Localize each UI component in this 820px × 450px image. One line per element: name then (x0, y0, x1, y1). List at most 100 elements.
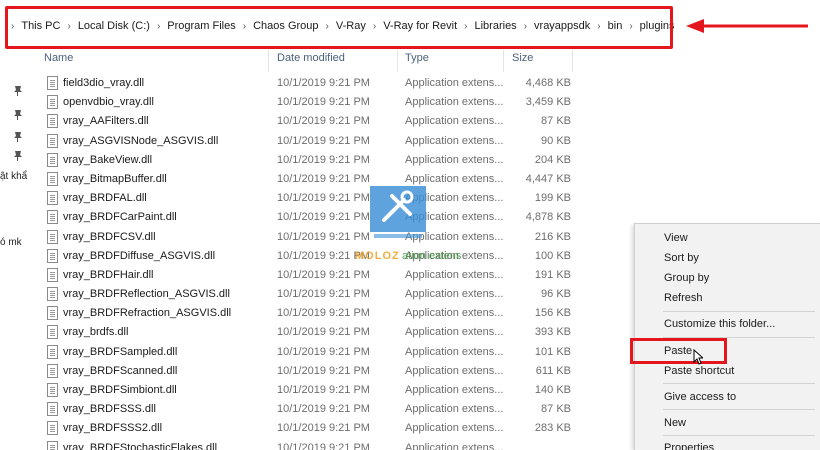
breadcrumb-this-pc[interactable]: This PC (21, 20, 60, 32)
file-row[interactable]: vray_BRDFCSV.dll 10/1/2019 9:21 PM Applica… (34, 228, 634, 247)
dll-file-icon (47, 383, 58, 397)
file-date: 10/1/2019 9:21 PM (277, 268, 370, 281)
file-name: vray_BRDFCarPaint.dll (63, 211, 177, 224)
chevron-right-icon[interactable]: › (243, 21, 246, 32)
dll-file-icon (47, 191, 58, 206)
file-row[interactable]: vray_BRDFSSS.dll 10/1/2019 9:21 PM Applica… (34, 400, 634, 419)
file-name: vray_BakeView.dll (63, 153, 153, 166)
breadcrumb-vrayappsdk[interactable]: vrayappsdk (534, 20, 590, 32)
menu-item-paste[interactable]: Paste (635, 341, 820, 361)
file-row[interactable]: vray_BRDFRefraction_ASGVIS.dll 10/1/2019 … (34, 304, 634, 323)
file-name: openvdbio_vray.dll (63, 96, 154, 109)
menu-item-give-access[interactable]: Give access to (635, 387, 820, 407)
chevron-right-icon[interactable]: › (464, 21, 467, 32)
file-row[interactable]: vray_BRDFDiffuse_ASGVIS.dll 10/1/2019 9:2… (34, 247, 634, 266)
address-bar[interactable]: › This PC › Local Disk (C:) › Program Fi… (0, 10, 675, 42)
column-divider[interactable] (397, 50, 398, 72)
dll-file-icon (47, 133, 58, 148)
arrow-left-icon (686, 19, 808, 33)
file-row[interactable]: vray_BRDFSimbiont.dll 10/1/2019 9:21 PM Ap… (34, 381, 634, 400)
nav-item-label[interactable]: ó mk (0, 237, 22, 248)
file-name: vray_BRDFCSV.dll (63, 230, 156, 243)
file-date: 10/1/2019 9:21 PM (277, 288, 370, 301)
dll-file-icon (47, 114, 58, 129)
dll-file-icon (47, 363, 58, 378)
pin-icon[interactable] (12, 131, 24, 143)
column-type[interactable]: Type (405, 52, 429, 64)
chevron-right-icon[interactable]: › (597, 21, 600, 32)
column-date-modified[interactable]: Date modified (277, 52, 345, 64)
chevron-right-icon[interactable]: › (67, 21, 70, 32)
file-size: 140 KB (534, 384, 571, 396)
file-size: 4,447 KB (525, 172, 571, 185)
file-size: 3,459 KB (525, 96, 571, 109)
file-date: 10/1/2019 9:21 PM (277, 307, 370, 320)
file-size: 204 KB (534, 153, 571, 166)
breadcrumb-bin[interactable]: bin (608, 20, 623, 32)
dll-file-icon (47, 248, 58, 263)
menu-item-new[interactable]: New (635, 413, 820, 433)
column-divider[interactable] (572, 50, 573, 72)
pin-icon[interactable] (12, 150, 24, 162)
file-name: vray_BRDFScanned.dll (63, 364, 178, 377)
file-row[interactable]: field3dio_vray.dll 10/1/2019 9:21 PM Appli… (34, 74, 634, 93)
file-row[interactable]: vray_BRDFReflection_ASGVIS.dll 10/1/2019 … (34, 285, 634, 304)
file-row[interactable]: vray_BRDFSSS2.dll 10/1/2019 9:21 PM Applic… (34, 419, 634, 438)
dll-file-icon (47, 402, 58, 417)
file-type: Application extens... (405, 307, 504, 320)
file-row[interactable]: vray_BRDFHair.dll 10/1/2019 9:21 PM Applic… (34, 266, 634, 285)
menu-item-refresh[interactable]: Refresh (635, 288, 820, 308)
dll-file-icon (47, 306, 58, 321)
column-size[interactable]: Size (512, 52, 533, 64)
breadcrumb-vray-for-revit[interactable]: V-Ray for Revit (383, 20, 457, 32)
file-row[interactable]: vray_BRDFStochasticFlakes.dll 10/1/2019 9… (34, 439, 634, 450)
menu-item-properties[interactable]: Properties (635, 438, 820, 450)
breadcrumb-libraries[interactable]: Libraries (475, 20, 517, 32)
column-divider[interactable] (503, 50, 504, 72)
menu-item-paste-shortcut[interactable]: Paste shortcut (635, 361, 820, 381)
chevron-right-icon[interactable]: › (373, 21, 376, 32)
breadcrumb-chaos-group[interactable]: Chaos Group (253, 20, 318, 32)
file-row[interactable]: vray_ASGVISNode_ASGVIS.dll 10/1/2019 9:21… (34, 132, 634, 151)
file-row[interactable]: vray_BitmapBuffer.dll 10/1/2019 9:21 PM Ap… (34, 170, 634, 189)
file-name: vray_BRDFSSS.dll (63, 403, 156, 416)
file-name: vray_BRDFAL.dll (63, 192, 147, 205)
file-row[interactable]: vray_BRDFCarPaint.dll 10/1/2019 9:21 PM Ap… (34, 208, 634, 227)
column-name[interactable]: Name (44, 52, 73, 64)
pin-icon[interactable] (12, 109, 24, 121)
file-date: 10/1/2019 9:21 PM (277, 96, 370, 109)
column-divider[interactable] (268, 50, 269, 72)
breadcrumb-plugins[interactable]: plugins (640, 20, 675, 32)
file-row[interactable]: vray_BakeView.dll 10/1/2019 9:21 PM Applic… (34, 151, 634, 170)
chevron-right-icon[interactable]: › (524, 21, 527, 32)
chevron-right-icon: › (11, 20, 15, 32)
menu-item-group-by[interactable]: Group by (635, 268, 820, 288)
file-date: 10/1/2019 9:21 PM (277, 403, 370, 416)
file-type: Application extens... (405, 403, 504, 416)
breadcrumb-local-disk[interactable]: Local Disk (C:) (78, 20, 150, 32)
file-name: vray_BRDFHair.dll (63, 268, 154, 281)
nav-item-label[interactable]: ật khẩ (0, 171, 27, 182)
file-row[interactable]: vray_BRDFSampled.dll 10/1/2019 9:21 PM App… (34, 343, 634, 362)
pin-icon[interactable] (12, 85, 24, 97)
chevron-right-icon[interactable]: › (326, 21, 329, 32)
file-date: 10/1/2019 9:21 PM (277, 192, 370, 205)
dll-file-icon (47, 287, 58, 302)
menu-item-sort-by[interactable]: Sort by (635, 248, 820, 268)
file-row[interactable]: vray_AAFilters.dll 10/1/2019 9:21 PM Appli… (34, 112, 634, 131)
breadcrumb-program-files[interactable]: Program Files (167, 20, 235, 32)
chevron-right-icon[interactable]: › (157, 21, 160, 32)
file-row[interactable]: openvdbio_vray.dll 10/1/2019 9:21 PM Appli… (34, 93, 634, 112)
chevron-right-icon[interactable]: › (629, 21, 632, 32)
breadcrumb-vray[interactable]: V-Ray (336, 20, 366, 32)
file-row[interactable]: vray_brdfs.dll 10/1/2019 9:21 PM Applicati… (34, 323, 634, 342)
file-row[interactable]: vray_BRDFAL.dll 10/1/2019 9:21 PM Applicat… (34, 189, 634, 208)
window-top-strip (0, 0, 820, 6)
file-row[interactable]: vray_BRDFScanned.dll 10/1/2019 9:21 PM App… (34, 362, 634, 381)
menu-item-customize-folder[interactable]: Customize this folder... (635, 314, 820, 334)
navigation-pane: ật khẩ ó mk (0, 50, 30, 450)
menu-separator (663, 311, 815, 312)
file-size: 101 KB (534, 345, 571, 358)
menu-item-view[interactable]: View (635, 228, 820, 248)
dll-file-icon (47, 421, 58, 436)
